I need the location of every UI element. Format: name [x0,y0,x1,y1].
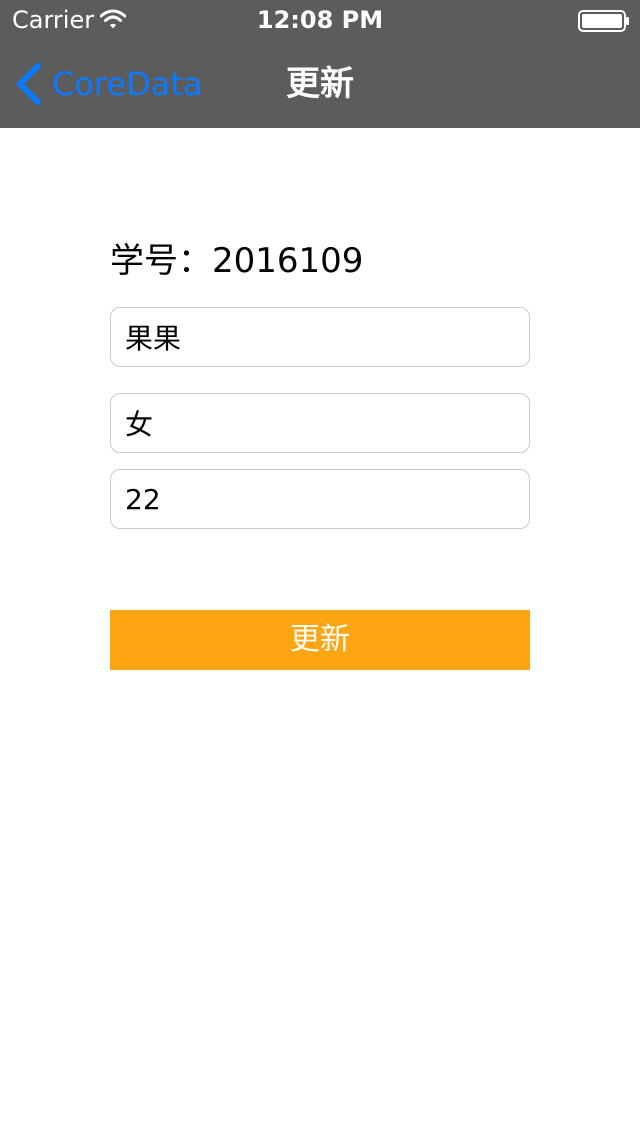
name-field[interactable] [110,307,530,367]
update-screen: Carrier 12:08 PM CoreData 更新 学号：2016109 … [0,0,640,1136]
page-title: 更新 [286,64,354,104]
navigation-bar: CoreData 更新 [0,40,640,128]
status-bar: Carrier 12:08 PM [0,0,640,40]
student-id-label: 学号：2016109 [110,241,364,281]
status-time: 12:08 PM [256,6,384,34]
top-bar: Carrier 12:08 PM CoreData 更新 [0,0,640,128]
gender-field[interactable] [110,393,530,453]
update-button[interactable]: 更新 [110,610,530,670]
age-field[interactable] [110,469,530,529]
battery-icon [578,10,629,32]
